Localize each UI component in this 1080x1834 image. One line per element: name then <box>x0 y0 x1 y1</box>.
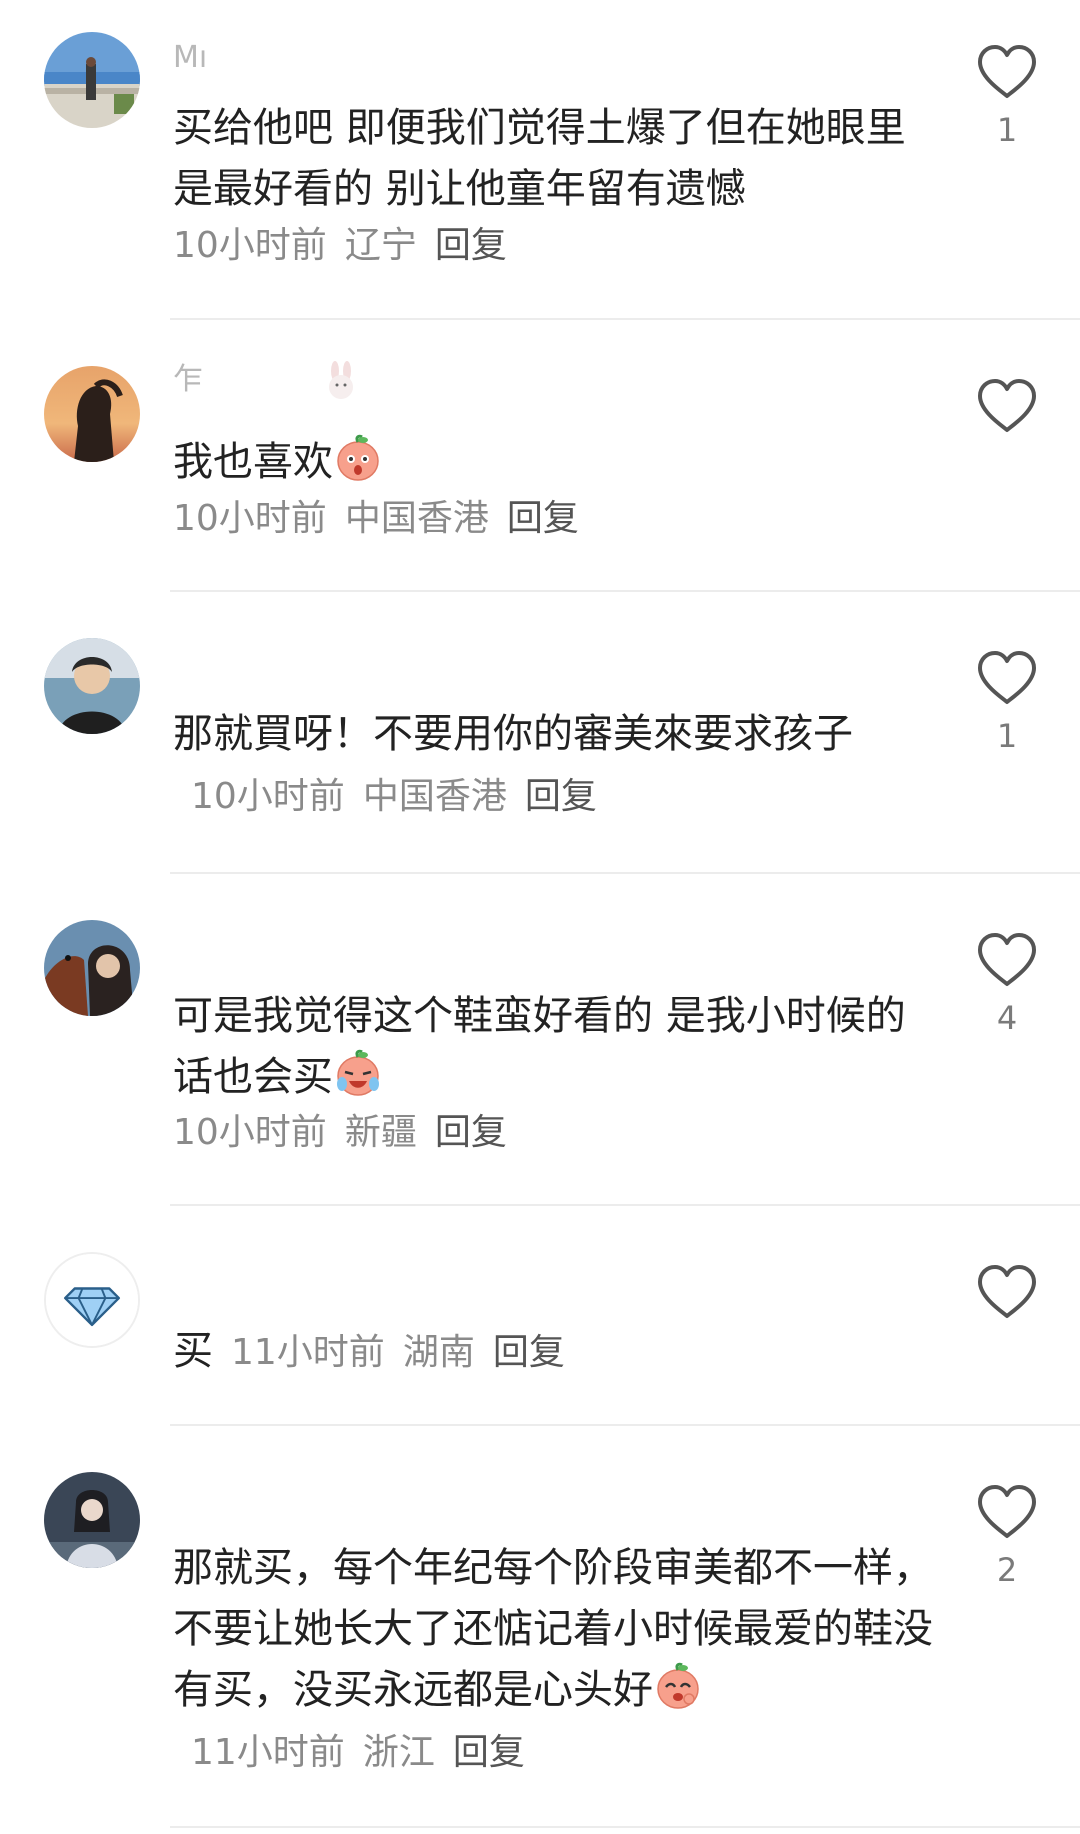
comment-location: 辽宁 <box>344 225 417 266</box>
like-count: 1 <box>996 717 1018 755</box>
rabbit-icon <box>321 360 361 401</box>
comment-meta: 10小时前 辽宁 回复 <box>173 221 507 271</box>
reply-button[interactable]: 回复 <box>493 1332 565 1373</box>
comment-item: 那就買呀！不要用你的審美來要求孩子 10小时前 中国香港 回复 1 <box>0 592 1080 872</box>
comment-body: 那就买，每个年纪每个阶段审美都不一样，不要让她长大了还惦记着小时候最爱的鞋没有买… <box>173 1538 933 1783</box>
comment-body: 可是我觉得这个鞋蛮好看的 是我小时候的话也会买 <box>173 986 933 1108</box>
comment-item: 乍 我也喜欢 10小时前 中国香港 回复 <box>0 320 1080 590</box>
avatar[interactable] <box>44 1472 140 1568</box>
comment-body: 买 11小时前 湖南 回复 <box>173 1321 933 1383</box>
reply-button[interactable]: 回复 <box>525 776 597 817</box>
reply-button[interactable]: 回复 <box>453 1732 525 1773</box>
comment-item: Mı 买给他吧 即便我们觉得土爆了但在她眼里是最好看的 别让他童年留有遗憾 10… <box>0 0 1080 320</box>
comment-meta: 11小时前 湖南 回复 <box>213 1332 565 1373</box>
comment-time: 11小时前 <box>231 1332 385 1373</box>
heart-icon[interactable] <box>976 44 1038 100</box>
avatar[interactable] <box>44 32 140 128</box>
comment-location: 新疆 <box>344 1112 417 1153</box>
avatar[interactable] <box>44 638 140 734</box>
comment-text: 可是我觉得这个鞋蛮好看的 是我小时候的话也会买 <box>173 993 906 1100</box>
comment-time: 10小时前 <box>173 1112 327 1153</box>
surprised-peach-emoji <box>333 433 383 483</box>
comment-meta: 11小时前 浙江 回复 <box>173 1732 525 1773</box>
comment-meta: 10小时前 中国香港 回复 <box>173 776 597 817</box>
comment-text: 我也喜欢 <box>173 439 333 485</box>
avatar[interactable] <box>44 1252 140 1348</box>
comment-body: 我也喜欢 <box>173 432 933 493</box>
like-count: 2 <box>996 1551 1018 1589</box>
like-count: 4 <box>996 999 1018 1037</box>
comment-body: 那就買呀！不要用你的審美來要求孩子 10小时前 中国香港 回复 <box>173 704 933 827</box>
comment-location: 中国香港 <box>344 498 489 539</box>
comment-text: 那就买，每个年纪每个阶段审美都不一样，不要让她长大了还惦记着小时候最爱的鞋没有买… <box>173 1545 933 1713</box>
comment-meta: 10小时前 新疆 回复 <box>173 1108 507 1158</box>
heart-icon[interactable] <box>976 1264 1038 1320</box>
comment-time: 10小时前 <box>191 776 345 817</box>
shy-peach-emoji <box>653 1661 703 1711</box>
comment-text: 买给他吧 即便我们觉得土爆了但在她眼里是最好看的 别让他童年留有遗憾 <box>173 105 906 212</box>
username[interactable]: 乍 <box>173 360 361 400</box>
comment-location: 浙江 <box>362 1732 435 1773</box>
crying-laughing-peach-emoji <box>333 1048 383 1098</box>
comment-location: 湖南 <box>402 1332 475 1373</box>
heart-icon[interactable] <box>976 1484 1038 1540</box>
comment-text: 买 <box>173 1328 213 1374</box>
reply-button[interactable]: 回复 <box>507 498 579 539</box>
comment-item: 可是我觉得这个鞋蛮好看的 是我小时候的话也会买 10小时前 新疆 回复 4 <box>0 874 1080 1204</box>
comment-meta: 10小时前 中国香港 回复 <box>173 494 579 544</box>
divider <box>170 1826 1080 1828</box>
comment-item: 买 11小时前 湖南 回复 <box>0 1206 1080 1424</box>
heart-icon[interactable] <box>976 378 1038 434</box>
comment-time: 11小时前 <box>191 1732 345 1773</box>
username[interactable]: Mı <box>173 38 207 78</box>
avatar[interactable] <box>44 366 140 462</box>
like-count: 1 <box>996 111 1018 149</box>
comment-location: 中国香港 <box>362 776 507 817</box>
heart-icon[interactable] <box>976 932 1038 988</box>
comment-time: 10小时前 <box>173 225 327 266</box>
reply-button[interactable]: 回复 <box>435 1112 507 1153</box>
comment-time: 10小时前 <box>173 498 327 539</box>
reply-button[interactable]: 回复 <box>435 225 507 266</box>
avatar[interactable] <box>44 920 140 1016</box>
comment-item: 那就买，每个年纪每个阶段审美都不一样，不要让她长大了还惦记着小时候最爱的鞋没有买… <box>0 1426 1080 1834</box>
comment-text: 那就買呀！不要用你的審美來要求孩子 <box>173 711 853 757</box>
heart-icon[interactable] <box>976 650 1038 706</box>
comment-body: 买给他吧 即便我们觉得土爆了但在她眼里是最好看的 别让他童年留有遗憾 <box>173 98 933 220</box>
